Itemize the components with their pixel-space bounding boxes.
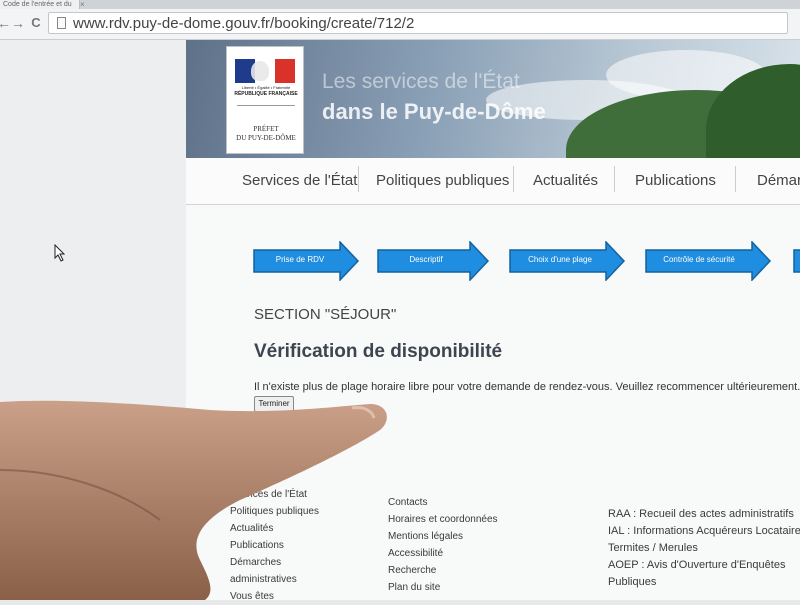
site-content: Liberté • Égalité • Fraternité RÉPUBLIQU… xyxy=(186,40,800,602)
nav-item-actualites[interactable]: Actualités xyxy=(533,172,598,189)
reload-icon[interactable]: C xyxy=(28,14,44,32)
footer-link[interactable]: AOEP : Avis d'Ouverture d'Enquêtes xyxy=(608,557,800,574)
nav-item-politiques[interactable]: Politiques publiques xyxy=(376,172,509,189)
footer-link[interactable]: Accessibilité xyxy=(388,545,498,562)
url-text: www.rdv.puy-de-dome.gouv.fr/booking/crea… xyxy=(73,15,415,32)
footer-link[interactable]: Vous êtes xyxy=(230,588,319,605)
step-next-partial xyxy=(792,241,800,281)
step-controle-securite: Contrôle de sécurité xyxy=(644,241,772,281)
step-prise-de-rdv: Prise de RDV xyxy=(252,241,360,281)
footer-link[interactable]: RAA : Recueil des actes administratifs xyxy=(608,506,800,523)
footer-link[interactable]: Politiques publiques xyxy=(230,503,319,520)
nav-item-demarches[interactable]: Démarches xyxy=(757,172,800,189)
footer-link[interactable]: Services de l'État xyxy=(230,486,319,503)
footer-column-3: RAA : Recueil des actes administratifs I… xyxy=(608,506,800,591)
footer-link[interactable]: Plan du site xyxy=(388,579,498,596)
footer-link[interactable]: Contacts xyxy=(388,494,498,511)
finish-button[interactable]: Terminer xyxy=(254,396,294,412)
footer-link[interactable]: Publiques xyxy=(608,574,800,591)
footer-column-1: Services de l'État Politiques publiques … xyxy=(230,486,319,605)
page-icon xyxy=(57,17,66,29)
booking-steps: Prise de RDV Descriptif Choix d'une plag… xyxy=(252,241,800,281)
footer-link[interactable]: Termites / Merules xyxy=(608,540,800,557)
footer-link[interactable]: Horaires et coordonnées xyxy=(388,511,498,528)
mouse-pointer-icon xyxy=(54,244,66,262)
step-choix-plage: Choix d'une plage xyxy=(508,241,626,281)
nav-item-publications[interactable]: Publications xyxy=(635,172,716,189)
forward-icon[interactable]: → xyxy=(10,14,26,32)
tab-close-icon[interactable]: × xyxy=(80,0,85,9)
main-navigation: Services de l'État Politiques publiques … xyxy=(186,158,800,205)
logo-republic: RÉPUBLIQUE FRANÇAISE xyxy=(234,91,298,97)
footer-link[interactable]: Mentions légales xyxy=(388,528,498,545)
site-title-line1: Les services de l'État xyxy=(322,70,520,93)
logo-motto: Liberté • Égalité • Fraternité xyxy=(241,85,291,90)
browser-tab[interactable]: Code de l'entrée et du xyxy=(0,0,80,9)
page-title: Vérification de disponibilité xyxy=(254,341,503,362)
footer-link[interactable]: Actualités xyxy=(230,520,319,537)
tab-strip: Code de l'entrée et du × xyxy=(0,0,800,9)
site-title-line2: dans le Puy-de-Dôme xyxy=(322,99,546,124)
footer-link[interactable]: Publications xyxy=(230,537,319,554)
logo-prefet: PRÉFET DU PUY-DE-DÔME xyxy=(236,125,296,142)
nav-item-services[interactable]: Services de l'État xyxy=(242,172,357,189)
page: Liberté • Égalité • Fraternité RÉPUBLIQU… xyxy=(0,40,800,602)
browser-toolbar: ← → C www.rdv.puy-de-dome.gouv.fr/bookin… xyxy=(0,9,800,40)
prefecture-logo[interactable]: Liberté • Égalité • Fraternité RÉPUBLIQU… xyxy=(226,46,304,154)
availability-message: Il n'existe plus de plage horaire libre … xyxy=(254,381,800,393)
footer-link[interactable]: Recherche xyxy=(388,562,498,579)
marianne-icon xyxy=(251,61,269,81)
address-bar[interactable]: www.rdv.puy-de-dome.gouv.fr/booking/crea… xyxy=(48,12,788,34)
section-heading: SECTION "SÉJOUR" xyxy=(254,306,397,323)
tab-title: Code de l'entrée et du xyxy=(3,1,72,8)
footer-link[interactable]: Démarches xyxy=(230,554,319,571)
footer-column-2: Contacts Horaires et coordonnées Mention… xyxy=(388,494,498,596)
footer-link[interactable]: IAL : Informations Acquéreurs Locataires xyxy=(608,523,800,540)
footer-link[interactable]: administratives xyxy=(230,571,319,588)
site-header: Liberté • Égalité • Fraternité RÉPUBLIQU… xyxy=(186,40,800,158)
step-descriptif: Descriptif xyxy=(376,241,490,281)
